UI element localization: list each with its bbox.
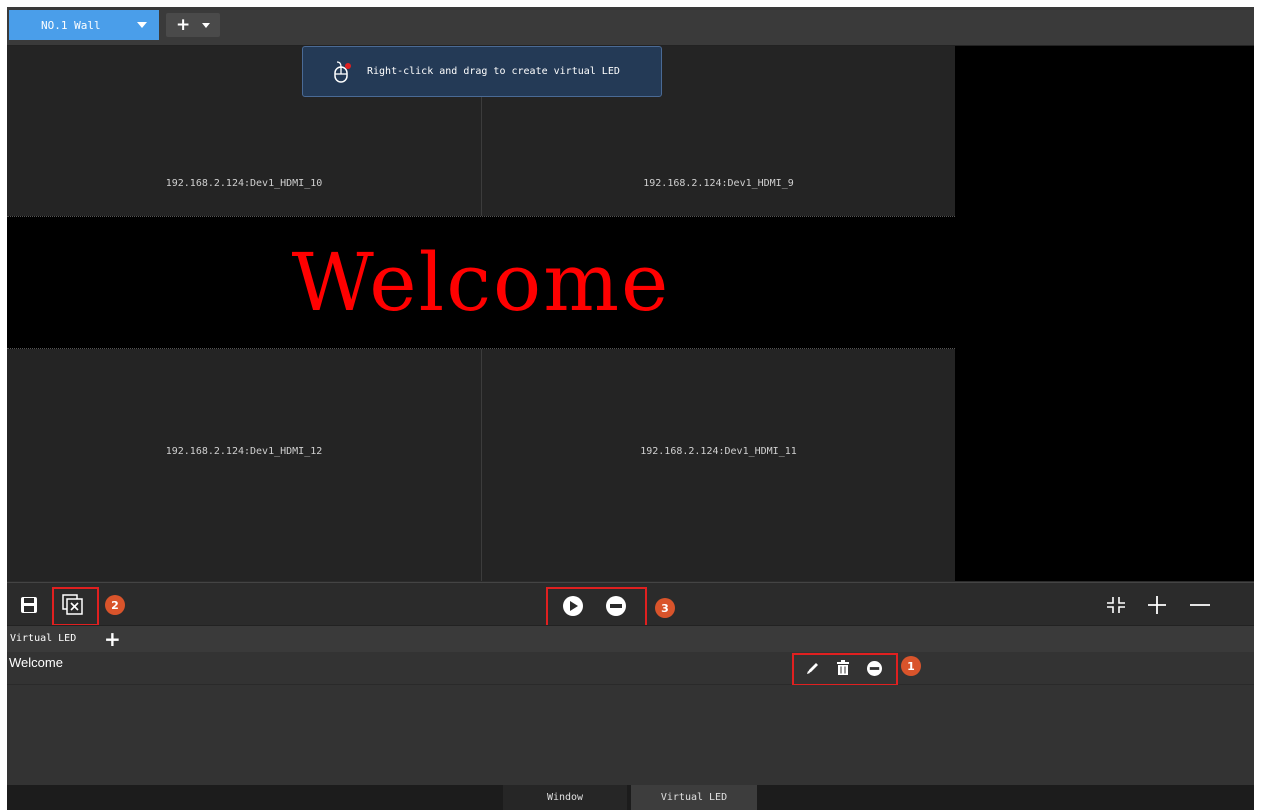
add-wall-button[interactable]: +: [166, 13, 220, 37]
tab-label: Window: [546, 792, 584, 803]
virtual-led-text: Welcome: [291, 236, 671, 329]
add-virtual-led-button[interactable]: +: [104, 627, 121, 651]
step-badge: 2: [105, 595, 125, 615]
tab-label: Virtual LED: [660, 792, 728, 803]
bottom-tab-bar: Window Virtual LED: [7, 785, 1254, 810]
panel-title: Virtual LED: [10, 633, 77, 644]
virtual-led-panel-header: Virtual LED +: [7, 625, 1254, 652]
wall-tab[interactable]: NO.1 Wall: [9, 10, 159, 40]
tab-window[interactable]: Window: [503, 785, 627, 810]
virtual-led-list: [7, 685, 1254, 785]
wall-tab-label: NO.1 Wall: [41, 18, 101, 32]
screen-cell[interactable]: 192.168.2.124:Dev1_HDMI_11: [482, 348, 955, 581]
screen-label: 192.168.2.124:Dev1_HDMI_10: [165, 177, 323, 189]
app-window: NO.1 Wall + 192.168.2.124:Dev1_HDMI_10 1…: [7, 7, 1254, 810]
screen-cell[interactable]: 192.168.2.124:Dev1_HDMI_12: [7, 348, 482, 581]
wall-tab-bar: NO.1 Wall +: [7, 7, 1254, 46]
step-badge: 1: [901, 656, 921, 676]
clear-windows-icon[interactable]: [62, 594, 84, 616]
zoom-in-icon[interactable]: [1147, 595, 1167, 615]
unused-wall-area: [955, 46, 1254, 581]
list-item[interactable]: Welcome 1: [7, 652, 1254, 686]
virtual-led-window[interactable]: Welcome: [7, 216, 955, 349]
screen-label: 192.168.2.124:Dev1_HDMI_12: [165, 446, 323, 457]
hint-tooltip: Right-click and drag to create virtual L…: [302, 46, 662, 97]
wall-canvas[interactable]: 192.168.2.124:Dev1_HDMI_10 192.168.2.124…: [7, 46, 1254, 581]
fit-screen-icon[interactable]: [1106, 595, 1126, 615]
trash-icon[interactable]: [836, 660, 850, 676]
chevron-down-icon[interactable]: [137, 22, 147, 28]
screen-label: 192.168.2.124:Dev1_HDMI_11: [640, 446, 797, 457]
stop-icon[interactable]: [606, 596, 626, 616]
hint-text: Right-click and drag to create virtual L…: [367, 66, 620, 77]
screen-label: 192.168.2.124:Dev1_HDMI_9: [643, 177, 794, 189]
edit-icon[interactable]: [806, 661, 820, 675]
save-icon[interactable]: [20, 596, 38, 614]
virtual-led-name: Welcome: [9, 655, 63, 670]
mouse-icon: [334, 60, 351, 83]
step-badge: 3: [655, 598, 675, 618]
plus-icon: +: [176, 15, 191, 35]
play-icon[interactable]: [563, 596, 583, 616]
chevron-down-icon[interactable]: [202, 23, 210, 28]
wall-toolbar: 2 3: [7, 582, 1254, 631]
stop-icon[interactable]: [867, 661, 882, 676]
tab-virtual-led[interactable]: Virtual LED: [631, 785, 757, 810]
zoom-out-icon[interactable]: [1189, 595, 1211, 615]
